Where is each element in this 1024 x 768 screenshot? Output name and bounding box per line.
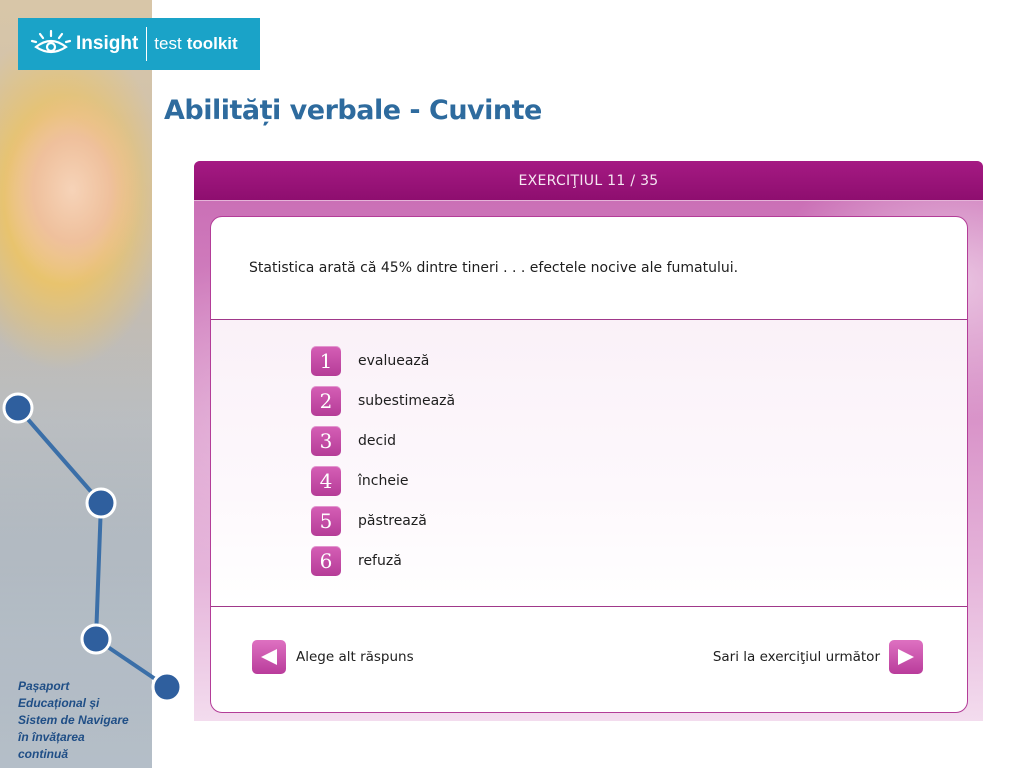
choose-other-answer-button[interactable]: Alege alt răspuns xyxy=(252,640,414,674)
logo-test-text: test xyxy=(154,34,182,53)
option-label[interactable]: încheie xyxy=(358,473,408,489)
option-number-badge[interactable]: 6 xyxy=(311,546,341,576)
arrow-right-icon[interactable] xyxy=(889,640,923,674)
prev-button-label[interactable]: Alege alt răspuns xyxy=(296,649,414,665)
option-label[interactable]: evaluează xyxy=(358,353,429,369)
exercise-panel: EXERCIŢIUL 11 / 35 Statistica arată că 4… xyxy=(194,161,983,721)
question-text: Statistica arată că 45% dintre tineri . … xyxy=(249,260,739,276)
answer-options: 1 evaluează 2 subestimează 3 decid 4 înc… xyxy=(211,320,967,607)
answer-option-1[interactable]: 1 evaluează xyxy=(311,346,429,376)
network-node xyxy=(151,671,183,703)
sidebar-caption: Pașaport Educațional și Sistem de Naviga… xyxy=(18,679,129,761)
exercise-counter: EXERCIŢIUL 11 / 35 xyxy=(194,161,983,201)
arrow-left-icon[interactable] xyxy=(252,640,286,674)
answer-option-6[interactable]: 6 refuză xyxy=(311,546,402,576)
network-graphic xyxy=(2,392,183,703)
option-label[interactable]: refuză xyxy=(358,553,402,569)
answer-option-5[interactable]: 5 păstrează xyxy=(311,506,427,536)
option-label[interactable]: decid xyxy=(358,433,396,449)
option-number-badge[interactable]: 5 xyxy=(311,506,341,536)
page-title: Abilități verbale - Cuvinte xyxy=(164,95,542,126)
skip-to-next-exercise-button[interactable]: Sari la exerciţiul următor xyxy=(713,640,923,674)
question-area: Statistica arată că 45% dintre tineri . … xyxy=(211,217,967,320)
network-node xyxy=(85,487,117,519)
answer-option-4[interactable]: 4 încheie xyxy=(311,466,408,496)
option-number-badge[interactable]: 3 xyxy=(311,426,341,456)
option-label[interactable]: subestimează xyxy=(358,393,455,409)
network-node xyxy=(80,623,112,655)
navigation-bar: Alege alt răspuns Sari la exerciţiul urm… xyxy=(211,607,967,711)
answer-option-2[interactable]: 2 subestimează xyxy=(311,386,455,416)
option-number-badge[interactable]: 4 xyxy=(311,466,341,496)
exercise-card: Statistica arată că 45% dintre tineri . … xyxy=(210,216,968,713)
insight-logo: Insight test toolkit xyxy=(18,18,260,70)
network-node xyxy=(2,392,34,424)
next-button-label[interactable]: Sari la exerciţiul următor xyxy=(713,649,880,665)
option-number-badge[interactable]: 1 xyxy=(311,346,341,376)
logo-insight-text: Insight xyxy=(76,33,139,54)
logo-divider xyxy=(146,27,148,61)
option-number-badge[interactable]: 2 xyxy=(311,386,341,416)
logo-toolkit-text: toolkit xyxy=(186,34,238,53)
option-label[interactable]: păstrează xyxy=(358,513,427,529)
answer-option-3[interactable]: 3 decid xyxy=(311,426,396,456)
eye-sun-icon xyxy=(30,29,72,54)
